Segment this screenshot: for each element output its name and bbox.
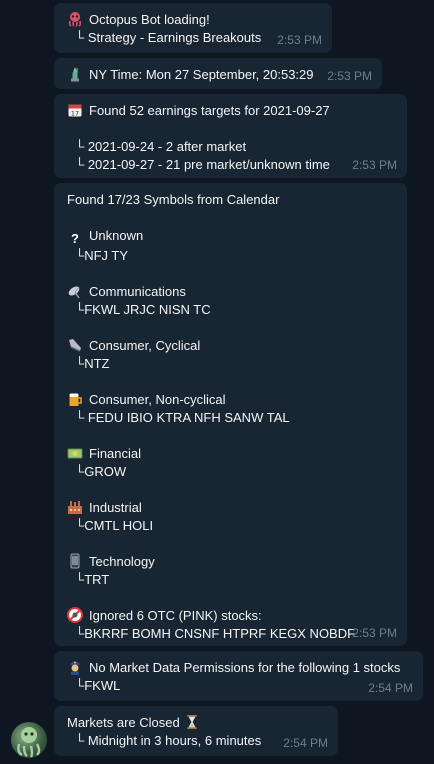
sector-row: Ignored 6 OTC (PINK) stocks: <box>67 607 394 625</box>
sector-name: Consumer, Non-cyclical <box>89 392 226 407</box>
message-time: 2:53 PM <box>352 158 397 172</box>
sector-symbols: └FKWL JRJC NISN TC <box>75 302 211 317</box>
mobile-phone-icon <box>67 553 83 569</box>
message-title-row: Markets are Closed <box>67 714 325 732</box>
message-earnings-targets[interactable]: 17 Found 52 earnings targets for 2021-09… <box>54 94 407 178</box>
sector-row: Communications <box>67 283 394 301</box>
message-bot-loading[interactable]: Octopus Bot loading! └ Strategy - Earnin… <box>54 3 332 53</box>
no-entry-icon <box>67 607 83 623</box>
police-officer-icon <box>67 659 83 675</box>
message-time: 2:53 PM <box>327 69 372 83</box>
message-market-permissions[interactable]: No Market Data Permissions for the follo… <box>54 651 423 701</box>
sector-name: Industrial <box>89 500 142 515</box>
message-title-row: 17 Found 52 earnings targets for 2021-09… <box>67 102 394 120</box>
sector-name: Financial <box>89 446 142 461</box>
sector-symbols: └NTZ <box>75 356 110 371</box>
message-symbols-calendar[interactable]: Found 17/23 Symbols from Calendar ? Unkno… <box>54 183 407 646</box>
sector-name: Ignored 6 OTC (PINK) stocks: <box>89 608 262 623</box>
sector-name: Communications <box>89 284 186 299</box>
message-detail: └ 2021-09-24 - 2 after market <box>75 139 247 154</box>
sector-row: Financial <box>67 445 394 463</box>
sneaker-icon <box>67 337 83 353</box>
sector-row: Consumer, Cyclical <box>67 337 394 355</box>
sector-row: Industrial <box>67 499 394 517</box>
sector-row: ? Unknown <box>67 227 394 247</box>
sector-row: Consumer, Non-cyclical <box>67 391 394 409</box>
octopus-icon <box>67 11 83 27</box>
sector-symbols: └TRT <box>75 572 110 587</box>
message-title: Found 52 earnings targets for 2021-09-27 <box>89 103 330 118</box>
message-ny-time[interactable]: NY Time: Mon 27 September, 20:53:29 2:53… <box>54 58 382 89</box>
svg-text:17: 17 <box>71 110 79 118</box>
message-time: 2:53 PM <box>277 33 322 47</box>
satellite-antenna-icon <box>67 283 83 299</box>
message-title-row: NY Time: Mon 27 September, 20:53:29 <box>67 66 369 84</box>
money-icon <box>67 445 83 461</box>
message-title-row: No Market Data Permissions for the follo… <box>67 659 410 677</box>
sector-symbols: └BKRRF BOMH CNSNF HTPRF KEGX NOBDF <box>75 626 356 641</box>
sector-row: Technology <box>67 553 394 571</box>
bot-avatar[interactable] <box>11 722 47 758</box>
message-title: Octopus Bot loading! <box>89 12 210 27</box>
sector-name: Consumer, Cyclical <box>89 338 201 353</box>
message-detail: └FKWL <box>75 678 121 693</box>
message-time: 2:54 PM <box>368 681 413 695</box>
message-title: Found 17/23 Symbols from Calendar <box>67 192 280 207</box>
statue-of-liberty-icon <box>67 66 83 82</box>
message-title: Markets are Closed <box>67 715 180 730</box>
message-markets-closed[interactable]: Markets are Closed └ Midnight in 3 hours… <box>54 706 338 756</box>
sector-name: Technology <box>89 554 155 569</box>
sector-symbols: └CMTL HOLI <box>75 518 154 533</box>
message-title-row: Octopus Bot loading! <box>67 11 319 29</box>
factory-icon <box>67 499 83 515</box>
sector-symbols: └GROW <box>75 464 127 479</box>
sector-name: Unknown <box>89 228 144 243</box>
message-title: No Market Data Permissions for the follo… <box>89 660 401 675</box>
message-text: NY Time: Mon 27 September, 20:53:29 <box>89 67 314 82</box>
beer-mug-icon <box>67 391 83 407</box>
question-mark-icon: ? <box>71 231 79 246</box>
hourglass-icon <box>184 714 200 730</box>
message-time: 2:53 PM <box>352 626 397 640</box>
octopus-avatar-icon <box>17 727 41 758</box>
message-detail: └ 2021-09-27 - 21 pre market/unknown tim… <box>75 157 330 172</box>
sector-symbols: └NFJ TY <box>75 248 129 263</box>
sector-symbols: └ FEDU IBIO KTRA NFH SANW TAL <box>75 410 290 425</box>
message-time: 2:54 PM <box>283 736 328 750</box>
calendar-icon: 17 <box>67 102 83 118</box>
